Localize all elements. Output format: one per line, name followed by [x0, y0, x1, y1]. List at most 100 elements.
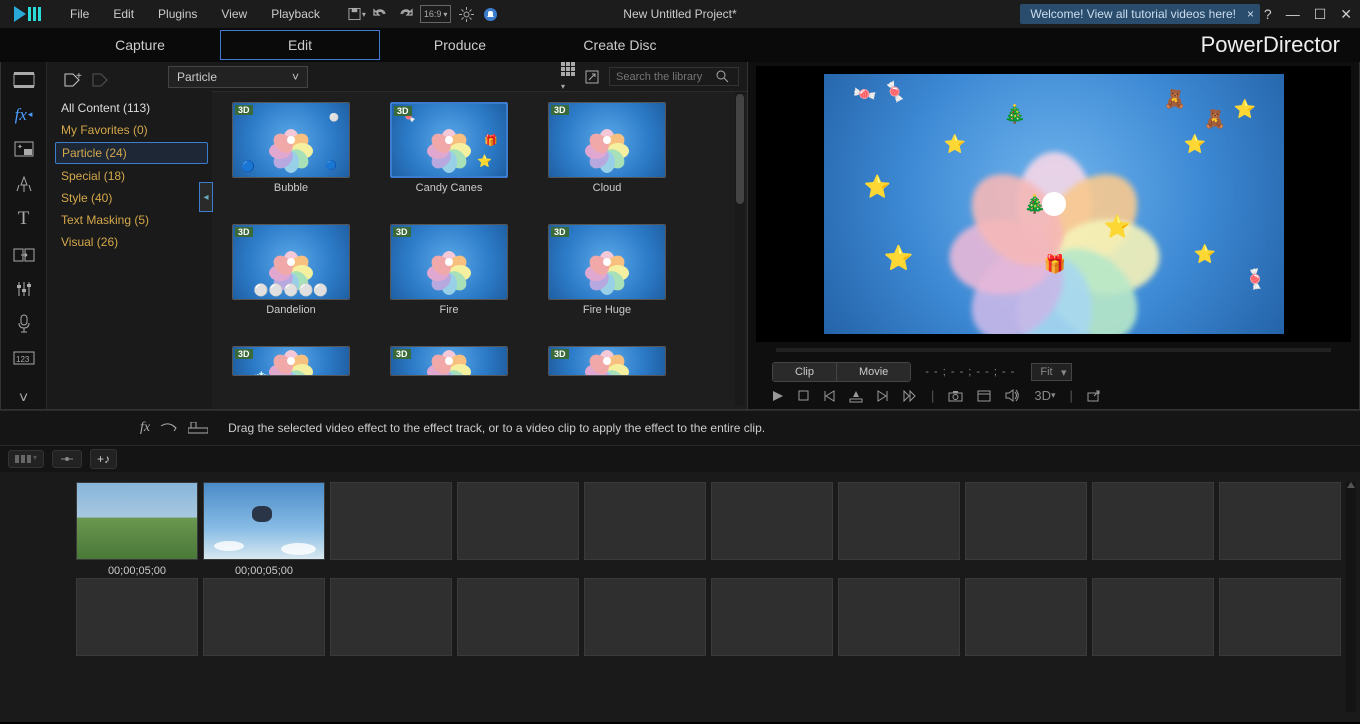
storyboard-cell[interactable]: [711, 482, 833, 560]
storyboard-cell[interactable]: [1092, 578, 1214, 656]
category-textmasking[interactable]: Text Masking (5): [55, 210, 208, 230]
search-input[interactable]: [616, 71, 716, 83]
effect-thumb[interactable]: 3D❄: [232, 346, 350, 376]
pip-room-icon[interactable]: ✦: [11, 139, 37, 160]
timeline-scrollbar[interactable]: [1346, 482, 1356, 712]
menu-playback[interactable]: Playback: [261, 3, 330, 25]
scrollbar-thumb[interactable]: [736, 94, 744, 204]
search-box[interactable]: [609, 67, 739, 86]
title-room-icon[interactable]: T: [11, 208, 37, 230]
fast-forward-icon[interactable]: [903, 390, 917, 402]
storyboard-cell[interactable]: 00;00;05;00: [76, 482, 198, 560]
volume-icon[interactable]: [1005, 389, 1020, 402]
media-room-icon[interactable]: [11, 70, 37, 91]
grid-view-icon[interactable]: ▾: [561, 62, 575, 92]
category-visual[interactable]: Visual (26): [55, 232, 208, 252]
storyboard-cell[interactable]: [76, 578, 198, 656]
storyboard-cell[interactable]: [838, 578, 960, 656]
storyboard-cell[interactable]: [1219, 482, 1341, 560]
zoom-fit-dropdown[interactable]: Fit▾: [1031, 363, 1071, 381]
storyboard-view-icon[interactable]: [15, 453, 31, 465]
quality-icon[interactable]: [977, 390, 991, 402]
effect-thumb[interactable]: 3D: [548, 346, 666, 376]
storyboard-cell[interactable]: [330, 578, 452, 656]
effect-thumb[interactable]: 3D🔵⚪🔵Bubble: [232, 102, 350, 194]
effect-thumb[interactable]: 3DFire: [390, 224, 508, 316]
particle-room-icon[interactable]: [11, 174, 37, 195]
settings-icon[interactable]: [457, 5, 475, 23]
storyboard-cell[interactable]: [1092, 482, 1214, 560]
fx-room-icon[interactable]: fx◂: [11, 105, 37, 126]
storyboard-cell[interactable]: [584, 578, 706, 656]
category-favorites[interactable]: My Favorites (0): [55, 120, 208, 140]
effects-grid: 3D🔵⚪🔵Bubble 3D🍬⭐🎁Candy Canes 3DCloud 3D⚪⚪⚪⚪…: [212, 92, 747, 409]
remove-tag-icon[interactable]: [91, 72, 109, 90]
minimize-icon[interactable]: —: [1282, 4, 1304, 24]
voiceover-room-icon[interactable]: [11, 313, 37, 334]
menu-file[interactable]: File: [60, 3, 99, 25]
save-icon[interactable]: ▾: [348, 5, 366, 23]
storyboard-cell[interactable]: [711, 578, 833, 656]
search-icon[interactable]: [716, 70, 729, 83]
undo-icon[interactable]: [372, 5, 390, 23]
snap-icon[interactable]: [59, 453, 75, 465]
timeline-scroll-up-icon[interactable]: [1347, 482, 1355, 488]
expand-view-icon[interactable]: [585, 70, 599, 84]
notification-icon[interactable]: [481, 5, 499, 23]
welcome-text: Welcome! View all tutorial videos here!: [1030, 7, 1236, 21]
storyboard-cell[interactable]: [203, 578, 325, 656]
playback-scrubber[interactable]: [776, 348, 1331, 352]
welcome-banner[interactable]: Welcome! View all tutorial videos here! …: [1020, 4, 1260, 24]
chapter-room-icon[interactable]: 123: [11, 348, 37, 369]
effect-thumb[interactable]: 3D: [390, 346, 508, 376]
menu-plugins[interactable]: Plugins: [148, 3, 207, 25]
storyboard-cell[interactable]: [838, 482, 960, 560]
next-frame-icon[interactable]: [877, 390, 889, 402]
prev-frame-icon[interactable]: [823, 390, 835, 402]
tab-edit[interactable]: Edit: [220, 30, 380, 60]
effect-thumb[interactable]: 3D🍬⭐🎁Candy Canes: [390, 102, 508, 194]
undock-icon[interactable]: [1087, 390, 1101, 402]
storyboard-cell[interactable]: [1219, 578, 1341, 656]
storyboard-cell[interactable]: [457, 482, 579, 560]
aspect-ratio-button[interactable]: 16:9▾: [420, 5, 452, 23]
redo-icon[interactable]: [396, 5, 414, 23]
tab-create-disc[interactable]: Create Disc: [540, 31, 700, 59]
menu-edit[interactable]: Edit: [103, 3, 144, 25]
3d-button[interactable]: 3D ▾: [1034, 388, 1055, 403]
preview-viewport[interactable]: 🍬 🍬 🎄 ⭐ ⭐ ⭐ ⭐ ⭐ 🧸 🧸 🎁 🎄 ⭐ 🍬 ⭐: [756, 66, 1351, 342]
storyboard-cell[interactable]: 00;00;05;00: [203, 482, 325, 560]
storyboard-cell[interactable]: [330, 482, 452, 560]
movie-mode-button[interactable]: Movie: [837, 363, 910, 381]
maximize-icon[interactable]: ☐: [1310, 4, 1331, 25]
storyboard-cell[interactable]: [965, 482, 1087, 560]
add-tag-icon[interactable]: +: [63, 72, 83, 90]
clip-mode-button[interactable]: Clip: [773, 363, 837, 381]
category-particle[interactable]: Particle (24): [55, 142, 208, 164]
play-icon[interactable]: [772, 390, 784, 402]
library-filter-dropdown[interactable]: Particle˅: [168, 66, 308, 88]
help-icon[interactable]: ?: [1260, 4, 1276, 24]
tab-produce[interactable]: Produce: [380, 31, 540, 59]
category-all[interactable]: All Content (113): [55, 98, 208, 118]
effect-thumb[interactable]: 3D⚪⚪⚪⚪⚪Dandelion: [232, 224, 350, 316]
add-music-icon[interactable]: +♪: [97, 452, 110, 466]
tab-capture[interactable]: Capture: [60, 31, 220, 59]
transition-room-icon[interactable]: [11, 244, 37, 265]
seek-icon[interactable]: [849, 389, 863, 403]
library-scrollbar[interactable]: [735, 92, 745, 405]
welcome-close-icon[interactable]: ×: [1247, 7, 1254, 21]
snapshot-icon[interactable]: [948, 390, 963, 402]
effect-thumb[interactable]: 3DFire Huge: [548, 224, 666, 316]
storyboard-cell[interactable]: [584, 482, 706, 560]
category-special[interactable]: Special (18): [55, 166, 208, 186]
effect-thumb[interactable]: 3DCloud: [548, 102, 666, 194]
more-rooms-icon[interactable]: ˅: [11, 389, 37, 410]
category-style[interactable]: Style (40): [55, 188, 208, 208]
audio-mix-room-icon[interactable]: [11, 279, 37, 300]
stop-icon[interactable]: [798, 390, 809, 401]
close-icon[interactable]: ✕: [1336, 4, 1356, 25]
storyboard-cell[interactable]: [965, 578, 1087, 656]
storyboard-cell[interactable]: [457, 578, 579, 656]
menu-view[interactable]: View: [211, 3, 257, 25]
